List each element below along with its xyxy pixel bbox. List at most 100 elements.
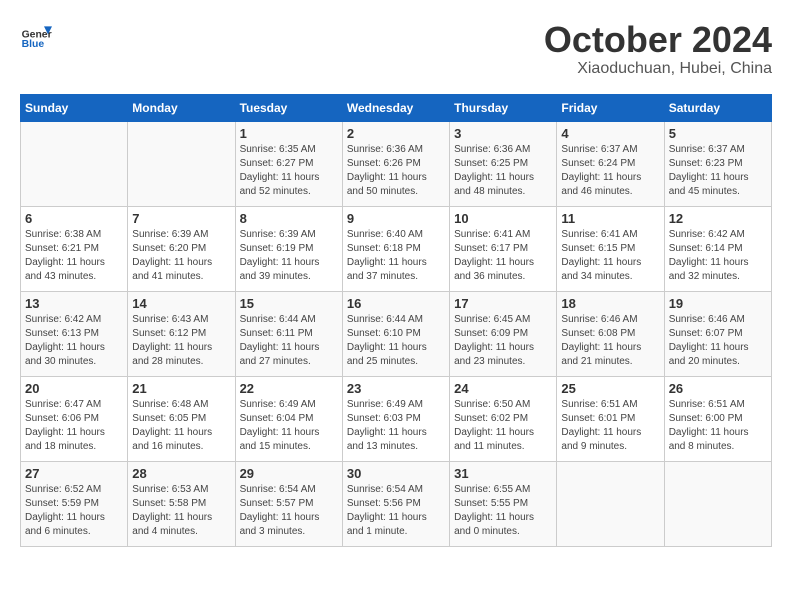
day-content: Sunrise: 6:44 AMSunset: 6:11 PMDaylight:… (240, 313, 338, 369)
day-content: Sunrise: 6:51 AMSunset: 6:01 PMDaylight:… (561, 398, 659, 454)
day-number: 17 (454, 296, 552, 311)
day-number: 23 (347, 381, 445, 396)
calendar-header-cell: Sunday (21, 94, 128, 121)
calendar-day-cell: 1 Sunrise: 6:35 AMSunset: 6:27 PMDaylight… (235, 121, 342, 206)
calendar-day-cell: 12Sunrise: 6:42 AMSunset: 6:14 PMDayligh… (664, 206, 771, 291)
calendar-body: 1 Sunrise: 6:35 AMSunset: 6:27 PMDaylight… (21, 121, 772, 546)
calendar-day-cell: 13 Sunrise: 6:42 AMSunset: 6:13 PMDayligh… (21, 291, 128, 376)
day-number: 18 (561, 296, 659, 311)
calendar-day-cell: 20 Sunrise: 6:47 AMSunset: 6:06 PMDayligh… (21, 376, 128, 461)
day-content: Sunrise: 6:46 AMSunset: 6:08 PMDaylight:… (561, 313, 659, 369)
calendar-header-cell: Saturday (664, 94, 771, 121)
calendar-week-row: 27Sunrise: 6:52 AMSunset: 5:59 PMDayligh… (21, 461, 772, 546)
day-number: 5 (669, 126, 767, 141)
calendar-day-cell (557, 461, 664, 546)
day-number: 31 (454, 466, 552, 481)
day-content: Sunrise: 6:47 AMSunset: 6:06 PMDaylight:… (25, 398, 123, 454)
day-content: Sunrise: 6:42 AMSunset: 6:13 PMDaylight:… (25, 313, 123, 369)
day-content: Sunrise: 6:42 AMSunset: 6:14 PMDaylight:… (669, 228, 767, 284)
day-content: Sunrise: 6:50 AMSunset: 6:02 PMDaylight:… (454, 398, 552, 454)
location-subtitle: Xiaoduchuan, Hubei, China (544, 60, 772, 78)
calendar-day-cell: 25 Sunrise: 6:51 AMSunset: 6:01 PMDayligh… (557, 376, 664, 461)
calendar-day-cell: 2 Sunrise: 6:36 AMSunset: 6:26 PMDaylight… (342, 121, 449, 206)
day-content: Sunrise: 6:37 AMSunset: 6:23 PMDaylight:… (669, 143, 767, 199)
calendar-day-cell: 17 Sunrise: 6:45 AMSunset: 6:09 PMDayligh… (450, 291, 557, 376)
day-number: 24 (454, 381, 552, 396)
day-content: Sunrise: 6:51 AMSunset: 6:00 PMDaylight:… (669, 398, 767, 454)
calendar-header-cell: Friday (557, 94, 664, 121)
calendar-day-cell: 3Sunrise: 6:36 AMSunset: 6:25 PMDaylight… (450, 121, 557, 206)
day-number: 14 (132, 296, 230, 311)
day-number: 22 (240, 381, 338, 396)
day-number: 2 (347, 126, 445, 141)
calendar-header-cell: Tuesday (235, 94, 342, 121)
day-number: 11 (561, 211, 659, 226)
day-content: Sunrise: 6:43 AMSunset: 6:12 PMDaylight:… (132, 313, 230, 369)
calendar-day-cell: 4 Sunrise: 6:37 AMSunset: 6:24 PMDaylight… (557, 121, 664, 206)
day-content: Sunrise: 6:52 AMSunset: 5:59 PMDaylight:… (25, 483, 123, 539)
day-content: Sunrise: 6:36 AMSunset: 6:26 PMDaylight:… (347, 143, 445, 199)
day-content: Sunrise: 6:49 AMSunset: 6:04 PMDaylight:… (240, 398, 338, 454)
day-content: Sunrise: 6:41 AMSunset: 6:17 PMDaylight:… (454, 228, 552, 284)
title-block: October 2024 Xiaoduchuan, Hubei, China (544, 20, 772, 78)
calendar-day-cell: 8 Sunrise: 6:39 AMSunset: 6:19 PMDaylight… (235, 206, 342, 291)
calendar-table: SundayMondayTuesdayWednesdayThursdayFrid… (20, 94, 772, 547)
calendar-day-cell: 26 Sunrise: 6:51 AMSunset: 6:00 PMDayligh… (664, 376, 771, 461)
calendar-header-cell: Wednesday (342, 94, 449, 121)
day-number: 3 (454, 126, 552, 141)
calendar-day-cell: 22 Sunrise: 6:49 AMSunset: 6:04 PMDayligh… (235, 376, 342, 461)
calendar-week-row: 13 Sunrise: 6:42 AMSunset: 6:13 PMDayligh… (21, 291, 772, 376)
day-content: Sunrise: 6:45 AMSunset: 6:09 PMDaylight:… (454, 313, 552, 369)
day-number: 13 (25, 296, 123, 311)
calendar-day-cell: 28 Sunrise: 6:53 AMSunset: 5:58 PMDayligh… (128, 461, 235, 546)
day-content: Sunrise: 6:38 AMSunset: 6:21 PMDaylight:… (25, 228, 123, 284)
calendar-header-cell: Monday (128, 94, 235, 121)
page-header: General Blue October 2024 Xiaoduchuan, H… (20, 20, 772, 78)
day-number: 6 (25, 211, 123, 226)
day-content: Sunrise: 6:41 AMSunset: 6:15 PMDaylight:… (561, 228, 659, 284)
calendar-header-cell: Thursday (450, 94, 557, 121)
calendar-header-row: SundayMondayTuesdayWednesdayThursdayFrid… (21, 94, 772, 121)
day-number: 21 (132, 381, 230, 396)
day-number: 4 (561, 126, 659, 141)
month-title: October 2024 (544, 20, 772, 60)
day-content: Sunrise: 6:40 AMSunset: 6:18 PMDaylight:… (347, 228, 445, 284)
day-number: 30 (347, 466, 445, 481)
day-number: 28 (132, 466, 230, 481)
calendar-day-cell: 14 Sunrise: 6:43 AMSunset: 6:12 PMDayligh… (128, 291, 235, 376)
day-number: 10 (454, 211, 552, 226)
day-content: Sunrise: 6:53 AMSunset: 5:58 PMDaylight:… (132, 483, 230, 539)
calendar-week-row: 6 Sunrise: 6:38 AMSunset: 6:21 PMDaylight… (21, 206, 772, 291)
day-number: 19 (669, 296, 767, 311)
day-number: 9 (347, 211, 445, 226)
day-number: 8 (240, 211, 338, 226)
calendar-day-cell: 7Sunrise: 6:39 AMSunset: 6:20 PMDaylight… (128, 206, 235, 291)
day-content: Sunrise: 6:35 AMSunset: 6:27 PMDaylight:… (240, 143, 338, 199)
logo: General Blue (20, 20, 52, 52)
calendar-day-cell: 5 Sunrise: 6:37 AMSunset: 6:23 PMDaylight… (664, 121, 771, 206)
day-number: 1 (240, 126, 338, 141)
calendar-week-row: 1 Sunrise: 6:35 AMSunset: 6:27 PMDaylight… (21, 121, 772, 206)
day-number: 15 (240, 296, 338, 311)
day-number: 20 (25, 381, 123, 396)
svg-text:Blue: Blue (22, 39, 45, 50)
day-content: Sunrise: 6:49 AMSunset: 6:03 PMDaylight:… (347, 398, 445, 454)
calendar-day-cell: 16Sunrise: 6:44 AMSunset: 6:10 PMDayligh… (342, 291, 449, 376)
day-content: Sunrise: 6:39 AMSunset: 6:20 PMDaylight:… (132, 228, 230, 284)
calendar-day-cell: 24 Sunrise: 6:50 AMSunset: 6:02 PMDayligh… (450, 376, 557, 461)
day-number: 26 (669, 381, 767, 396)
day-number: 29 (240, 466, 338, 481)
day-number: 25 (561, 381, 659, 396)
day-content: Sunrise: 6:54 AMSunset: 5:57 PMDaylight:… (240, 483, 338, 539)
day-content: Sunrise: 6:39 AMSunset: 6:19 PMDaylight:… (240, 228, 338, 284)
day-content: Sunrise: 6:37 AMSunset: 6:24 PMDaylight:… (561, 143, 659, 199)
calendar-day-cell (664, 461, 771, 546)
calendar-day-cell: 10 Sunrise: 6:41 AMSunset: 6:17 PMDayligh… (450, 206, 557, 291)
calendar-day-cell (21, 121, 128, 206)
day-content: Sunrise: 6:54 AMSunset: 5:56 PMDaylight:… (347, 483, 445, 539)
calendar-day-cell: 30 Sunrise: 6:54 AMSunset: 5:56 PMDayligh… (342, 461, 449, 546)
logo-icon: General Blue (20, 20, 52, 52)
calendar-day-cell: 29 Sunrise: 6:54 AMSunset: 5:57 PMDayligh… (235, 461, 342, 546)
calendar-day-cell: 19Sunrise: 6:46 AMSunset: 6:07 PMDayligh… (664, 291, 771, 376)
calendar-day-cell: 27Sunrise: 6:52 AMSunset: 5:59 PMDayligh… (21, 461, 128, 546)
